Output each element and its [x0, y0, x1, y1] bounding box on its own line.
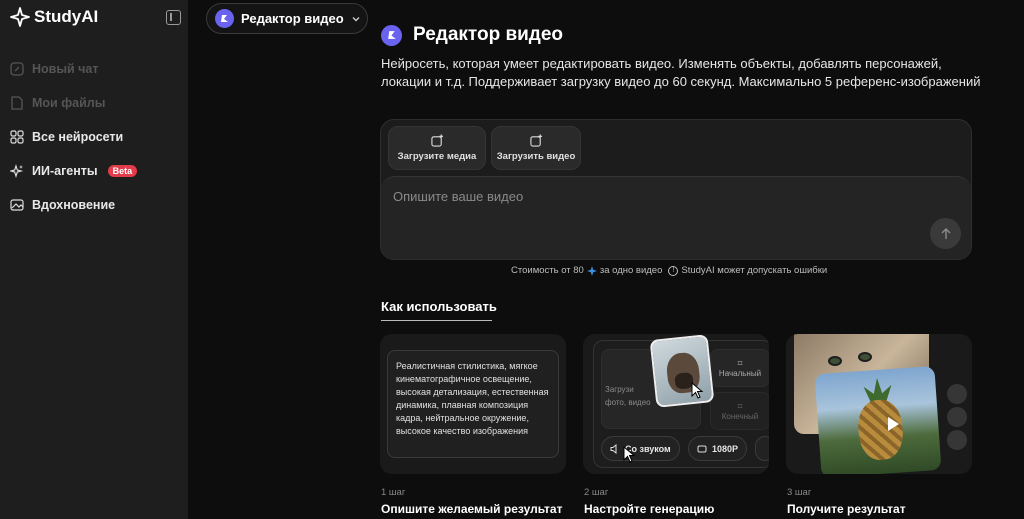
play-icon	[888, 417, 899, 431]
sidebar: StudyAI Новый чат Мои файлы Все нейросет…	[0, 0, 188, 519]
upload-media-button[interactable]: Загрузите медиа	[388, 126, 486, 170]
step-number: 2 шаг	[584, 487, 609, 498]
upload-preview-text: Загрузи фото, видео	[605, 383, 651, 409]
resolution-label: 1080P	[712, 443, 739, 454]
beta-badge: Beta	[107, 165, 138, 177]
result-video-preview	[814, 365, 942, 474]
image-plus-icon	[529, 134, 542, 147]
dislike-icon	[947, 407, 967, 427]
end-frame-slot: ⌗ Конечный	[710, 392, 769, 430]
cursor-icon	[691, 382, 704, 399]
sparkle-logo-icon	[10, 7, 30, 27]
sidebar-nav: Новый чат Мои файлы Все нейросети ИИ-аге…	[0, 52, 188, 222]
example-prompt: Реалистичная стилистика, мягкое кинемато…	[387, 350, 559, 458]
resolution-pill: 1080P	[688, 436, 748, 461]
step-title: Опишите желаемый результат	[381, 502, 563, 516]
info-icon: !	[668, 265, 679, 276]
send-button[interactable]	[930, 218, 961, 249]
sidebar-item-ai-agents[interactable]: ИИ-агенты Beta	[0, 154, 188, 188]
chevron-down-icon	[352, 16, 360, 21]
disclaimer: StudyAI может допускать ошибки	[681, 265, 828, 276]
step-number: 3 шаг	[787, 487, 812, 498]
step-card-2: Загрузи фото, видео ⌗ Начальный ⌗ Конечн…	[583, 334, 769, 474]
grid-icon	[10, 130, 24, 144]
page-title: Редактор видео	[413, 24, 564, 45]
upload-media-label: Загрузите медиа	[397, 151, 477, 162]
step-title: Получите результат	[787, 502, 906, 516]
prompt-box: Загрузите медиа Загрузить видео Опишите …	[380, 119, 972, 260]
sidebar-item-label: Вдохновение	[32, 198, 116, 212]
speaker-icon	[610, 443, 617, 454]
step-card-1: Реалистичная стилистика, мягкое кинемато…	[380, 334, 566, 474]
page-header: Редактор видео	[381, 24, 563, 46]
start-frame-slot: ⌗ Начальный	[710, 349, 769, 387]
cat-eye	[828, 356, 842, 366]
image-plus-icon	[430, 134, 443, 147]
file-icon	[11, 96, 23, 110]
image-icon	[10, 199, 24, 211]
sidebar-item-all-networks[interactable]: Все нейросети	[0, 120, 188, 154]
share-icon	[947, 430, 967, 450]
cost-prefix: Стоимость от 80	[511, 265, 584, 276]
model-selector-label: Редактор видео	[241, 11, 344, 26]
sidebar-item-label: Мои файлы	[32, 96, 106, 110]
cost-note: Стоимость от 80 за одно видео ! StudyAI …	[511, 265, 827, 276]
logo[interactable]: StudyAI	[10, 7, 98, 27]
sidebar-item-new-chat[interactable]: Новый чат	[0, 52, 188, 86]
page-description: Нейросеть, которая умеет редактировать в…	[381, 56, 981, 89]
app-root: StudyAI Новый чат Мои файлы Все нейросет…	[0, 0, 1024, 519]
collapse-sidebar-icon[interactable]	[166, 10, 181, 25]
howto-tab[interactable]: Как использовать	[381, 299, 497, 314]
hd-icon	[697, 445, 707, 452]
cat-eye	[858, 352, 872, 362]
more-pill	[755, 436, 769, 461]
sidebar-item-inspiration[interactable]: Вдохновение	[0, 188, 188, 222]
upload-line-1: Загрузи	[605, 385, 634, 394]
cost-suffix: за одно видео	[599, 265, 663, 276]
sidebar-item-my-files[interactable]: Мои файлы	[0, 86, 188, 120]
step-number: 1 шаг	[381, 487, 406, 498]
upload-video-button[interactable]: Загрузить видео	[491, 126, 581, 170]
sidebar-item-label: Новый чат	[32, 62, 99, 76]
sound-pill: Со звуком	[601, 436, 680, 461]
credit-icon	[586, 265, 597, 276]
upload-line-2: фото, видео	[605, 398, 651, 407]
sparkle-icon	[10, 164, 24, 178]
like-icon	[947, 384, 967, 404]
tab-underline	[381, 320, 492, 321]
sidebar-item-label: ИИ-агенты	[32, 164, 98, 178]
step-card-3	[786, 334, 972, 474]
step-title: Настройте генерацию	[584, 502, 715, 516]
logo-text: StudyAI	[34, 7, 99, 26]
video-editor-icon	[381, 24, 402, 46]
upload-video-label: Загрузить видео	[496, 151, 576, 162]
start-frame-label: Начальный	[718, 369, 762, 378]
video-editor-icon	[215, 9, 234, 28]
sidebar-item-label: Все нейросети	[32, 130, 124, 144]
edit-icon	[10, 62, 24, 76]
end-frame-label: Конечный	[721, 412, 759, 421]
prompt-input[interactable]: Опишите ваше видео	[381, 176, 971, 259]
model-selector[interactable]: Редактор видео	[206, 3, 368, 34]
arrow-up-icon	[940, 227, 951, 239]
cursor-icon	[623, 446, 636, 463]
